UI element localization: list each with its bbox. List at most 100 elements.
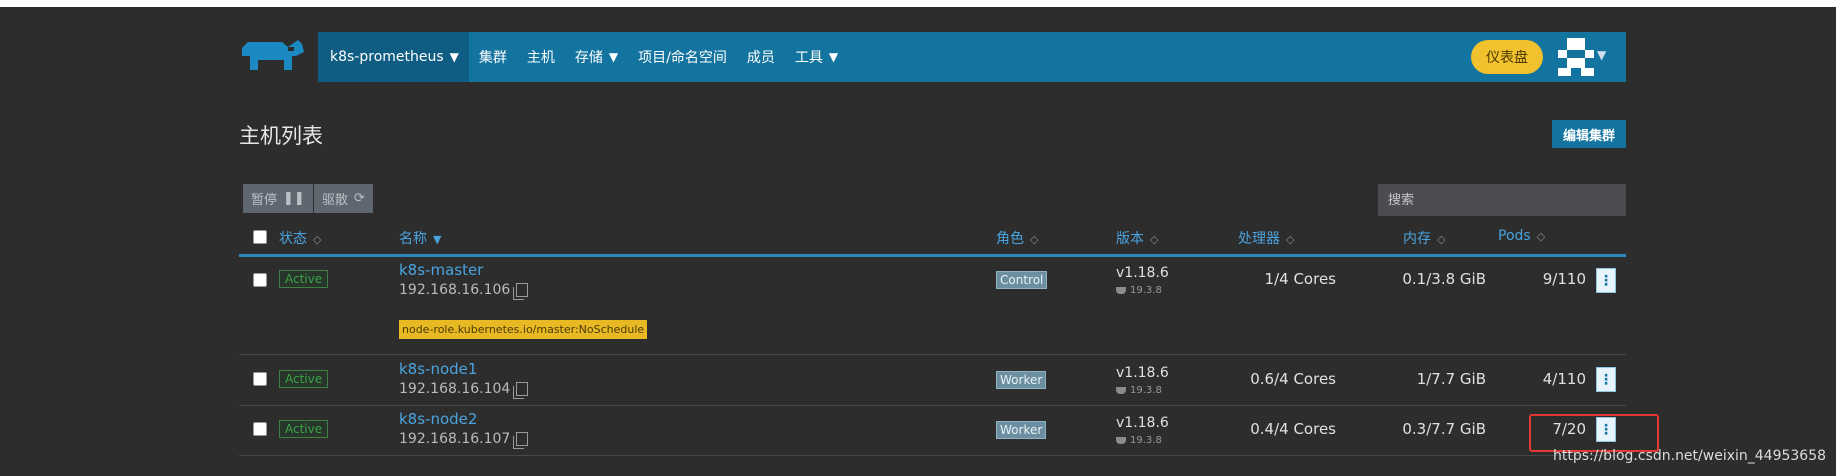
table-header: 状态 ◇ 名称 ▼ 角色 ◇ 版本 ◇ 处理器 ◇ 内存 ◇ Pods ◇ bbox=[239, 224, 1626, 257]
user-avatar-icon[interactable] bbox=[1558, 38, 1594, 76]
role-badge: Control bbox=[996, 271, 1048, 289]
pause-button[interactable]: 暂停 ❚❚ bbox=[243, 184, 313, 213]
col-role-label: 角色 bbox=[996, 231, 1024, 247]
row-divider bbox=[239, 455, 1626, 456]
nav-storage-label: 存储 bbox=[574, 50, 603, 66]
nav-tools[interactable]: 工具 ▼ bbox=[785, 32, 848, 82]
cpu-usage: 0.6/4 Cores bbox=[1250, 370, 1336, 388]
status-badge: Active bbox=[279, 420, 329, 438]
more-actions-icon[interactable]: ⋮ bbox=[1596, 367, 1616, 392]
node-ip-text: 192.168.16.104 bbox=[399, 381, 511, 397]
row-checkbox[interactable] bbox=[253, 273, 267, 287]
copy-icon[interactable] bbox=[513, 432, 529, 449]
cpu-usage: 0.4/4 Cores bbox=[1250, 420, 1336, 438]
col-memory[interactable]: 内存 ◇ bbox=[1403, 228, 1445, 248]
col-version[interactable]: 版本 ◇ bbox=[1116, 228, 1158, 248]
docker-icon bbox=[1116, 437, 1126, 444]
memory-usage: 1/7.7 GiB bbox=[1416, 370, 1486, 388]
col-state[interactable]: 状态 ◇ bbox=[279, 228, 321, 248]
refresh-icon: ⟳ bbox=[354, 191, 365, 206]
cpu-usage: 1/4 Cores bbox=[1264, 270, 1336, 288]
dashboard-button[interactable]: 仪表盘 bbox=[1471, 40, 1543, 74]
search-input[interactable] bbox=[1378, 184, 1626, 216]
k8s-version: v1.18.6 bbox=[1116, 265, 1169, 281]
nav-members[interactable]: 成员 bbox=[737, 32, 785, 82]
pod-count: 9/110 bbox=[1542, 270, 1586, 288]
drain-button[interactable]: 驱散 ⟳ bbox=[314, 184, 373, 213]
docker-icon bbox=[1116, 287, 1126, 294]
col-memory-label: 内存 bbox=[1403, 231, 1431, 247]
col-version-label: 版本 bbox=[1116, 231, 1144, 247]
docker-version-text: 19.3.8 bbox=[1130, 385, 1162, 396]
cluster-selector[interactable]: k8s-prometheus ▼ bbox=[318, 32, 469, 82]
status-badge: Active bbox=[279, 270, 329, 288]
docker-version-text: 19.3.8 bbox=[1130, 435, 1162, 446]
memory-usage: 0.1/3.8 GiB bbox=[1402, 270, 1486, 288]
nav-nodes[interactable]: 主机 bbox=[517, 32, 565, 82]
watermark: https://blog.csdn.net/weixin_44953658 bbox=[1553, 448, 1827, 464]
nav-cluster-label: 集群 bbox=[478, 50, 507, 66]
node-ip-text: 192.168.16.107 bbox=[399, 431, 511, 447]
rancher-logo-icon[interactable] bbox=[238, 38, 308, 74]
node-ip: 192.168.16.106 bbox=[399, 282, 529, 300]
col-state-label: 状态 bbox=[279, 231, 307, 247]
docker-icon bbox=[1116, 387, 1126, 394]
k8s-version: v1.18.6 bbox=[1116, 365, 1169, 381]
edit-cluster-button[interactable]: 编辑集群 bbox=[1552, 120, 1626, 148]
nav-members-label: 成员 bbox=[746, 50, 775, 66]
pause-icon: ❚❚ bbox=[283, 191, 305, 206]
pod-count: 4/110 bbox=[1542, 370, 1586, 388]
chevron-down-icon[interactable]: ▼ bbox=[1597, 48, 1606, 62]
node-name-link[interactable]: k8s-node1 bbox=[399, 360, 477, 378]
sort-icon: ◇ bbox=[1030, 233, 1039, 246]
cluster-name: k8s-prometheus bbox=[330, 49, 444, 65]
role-badge: Worker bbox=[996, 421, 1047, 439]
chevron-down-icon: ▼ bbox=[449, 50, 459, 64]
taint-badge: node-role.kubernetes.io/master:NoSchedul… bbox=[399, 320, 648, 339]
node-ip: 192.168.16.107 bbox=[399, 431, 529, 449]
dashboard-label: 仪表盘 bbox=[1486, 50, 1528, 66]
page-title: 主机列表 bbox=[239, 124, 323, 148]
k8s-version: v1.18.6 bbox=[1116, 415, 1169, 431]
role-badge: Worker bbox=[996, 371, 1047, 389]
sort-icon: ◇ bbox=[1286, 233, 1295, 246]
sort-icon: ◇ bbox=[1150, 233, 1159, 246]
col-name-label: 名称 bbox=[399, 231, 427, 247]
chevron-down-icon: ▼ bbox=[608, 50, 619, 64]
col-pods[interactable]: Pods ◇ bbox=[1498, 228, 1545, 244]
sort-icon: ◇ bbox=[1437, 233, 1446, 246]
top-strip bbox=[0, 0, 1836, 7]
chevron-down-icon: ▼ bbox=[828, 50, 839, 64]
row-checkbox[interactable] bbox=[253, 422, 267, 436]
nav-nodes-label: 主机 bbox=[526, 50, 555, 66]
node-name-link[interactable]: k8s-node2 bbox=[399, 410, 477, 428]
copy-icon[interactable] bbox=[513, 382, 529, 399]
drain-label: 驱散 bbox=[322, 193, 349, 208]
docker-version-text: 19.3.8 bbox=[1130, 285, 1162, 296]
col-cpu[interactable]: 处理器 ◇ bbox=[1238, 228, 1294, 248]
select-all-checkbox[interactable] bbox=[253, 230, 267, 244]
docker-version: 19.3.8 bbox=[1116, 285, 1162, 296]
pause-label: 暂停 bbox=[251, 193, 278, 208]
nav-storage[interactable]: 存储 ▼ bbox=[565, 32, 628, 82]
sort-down-icon: ▼ bbox=[433, 233, 442, 246]
col-name[interactable]: 名称 ▼ bbox=[399, 228, 441, 248]
nav-cluster[interactable]: 集群 bbox=[469, 32, 517, 82]
node-ip-text: 192.168.16.106 bbox=[399, 282, 511, 298]
nav-projects[interactable]: 项目/命名空间 bbox=[628, 32, 737, 82]
status-badge: Active bbox=[279, 370, 329, 388]
nav-projects-label: 项目/命名空间 bbox=[638, 50, 727, 66]
row-checkbox[interactable] bbox=[253, 372, 267, 386]
node-ip: 192.168.16.104 bbox=[399, 381, 529, 399]
row-divider bbox=[239, 354, 1626, 355]
nav-tools-label: 工具 bbox=[794, 50, 823, 66]
more-actions-icon[interactable]: ⋮ bbox=[1596, 268, 1616, 293]
col-pods-label: Pods bbox=[1498, 228, 1531, 244]
top-navbar: k8s-prometheus ▼ 集群 主机 存储 ▼ 项目/命名空间 成员 工具… bbox=[318, 32, 1626, 82]
copy-icon[interactable] bbox=[513, 283, 529, 300]
node-name-link[interactable]: k8s-master bbox=[399, 261, 483, 279]
sort-icon: ◇ bbox=[313, 233, 322, 246]
col-cpu-label: 处理器 bbox=[1238, 231, 1280, 247]
col-role[interactable]: 角色 ◇ bbox=[996, 228, 1038, 248]
sort-icon: ◇ bbox=[1536, 230, 1546, 243]
